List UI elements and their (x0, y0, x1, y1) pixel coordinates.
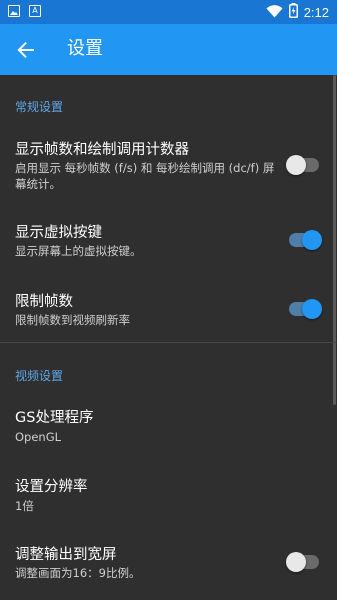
back-button[interactable] (12, 36, 40, 64)
pref-summary: 调整画面为16：9比例。 (15, 566, 141, 580)
section-header-video: 视频设置 (15, 369, 64, 383)
pref-title: 显示帧数和绘制调用计数器 (15, 142, 189, 158)
pref-title: 调整输出到宽屏 (15, 547, 117, 563)
pref-gs-renderer[interactable]: GS处理程序 OpenGL (0, 398, 337, 454)
switch-thumb (302, 299, 322, 319)
pref-summary: 显示屏幕上的虚拟按键。 (15, 244, 142, 258)
wifi-icon (266, 3, 283, 22)
status-time: 2:12 (303, 5, 329, 20)
switch-thumb (302, 230, 322, 250)
pref-summary: 限制帧数到视频刷新率 (15, 313, 130, 327)
settings-list: 常规设置 显示帧数和绘制调用计数器 启用显示 每秒帧数 (f/s) 和 每秒绘制… (0, 75, 337, 600)
pref-title: 显示虚拟按键 (15, 225, 102, 241)
pref-summary: OpenGL (15, 430, 62, 444)
switch-show-fps-counter[interactable] (286, 155, 319, 175)
switch-thumb (286, 552, 306, 572)
pref-show-virtual-buttons[interactable]: 显示虚拟按键 显示屏幕上的虚拟按键。 (0, 213, 337, 269)
battery-charging-icon (288, 3, 298, 22)
status-right-icons: 2:12 (266, 3, 329, 22)
pref-resolution[interactable]: 设置分辨率 1倍 (0, 467, 337, 523)
pref-limit-framerate[interactable]: 限制帧数 限制帧数到视频刷新率 (0, 282, 337, 338)
app-bar: 设置 (0, 24, 337, 75)
section-divider (0, 342, 337, 343)
pref-summary: 1倍 (15, 499, 34, 513)
arrow-back-icon (17, 42, 34, 58)
font-download-icon: A (29, 5, 41, 17)
switch-thumb (286, 155, 306, 175)
switch-widescreen[interactable] (286, 552, 319, 572)
pref-title: 限制帧数 (15, 294, 73, 310)
status-bar: A 2:12 (0, 0, 337, 24)
pref-show-fps-counter[interactable]: 显示帧数和绘制调用计数器 启用显示 每秒帧数 (f/s) 和 每秒绘制调用 (d… (0, 130, 337, 200)
status-left-icons: A (8, 5, 41, 17)
switch-limit-framerate[interactable] (289, 299, 322, 319)
pref-summary: 启用显示 每秒帧数 (f/s) 和 每秒绘制调用 (dc/f) 屏幕统计。 (15, 161, 275, 191)
pref-title: GS处理程序 (15, 410, 94, 426)
image-icon (8, 5, 20, 17)
pref-title: 设置分辨率 (15, 479, 88, 495)
page-title: 设置 (67, 38, 103, 59)
section-header-general: 常规设置 (15, 100, 64, 114)
pref-widescreen[interactable]: 调整输出到宽屏 调整画面为16：9比例。 (0, 535, 337, 591)
switch-show-virtual-buttons[interactable] (289, 230, 322, 250)
